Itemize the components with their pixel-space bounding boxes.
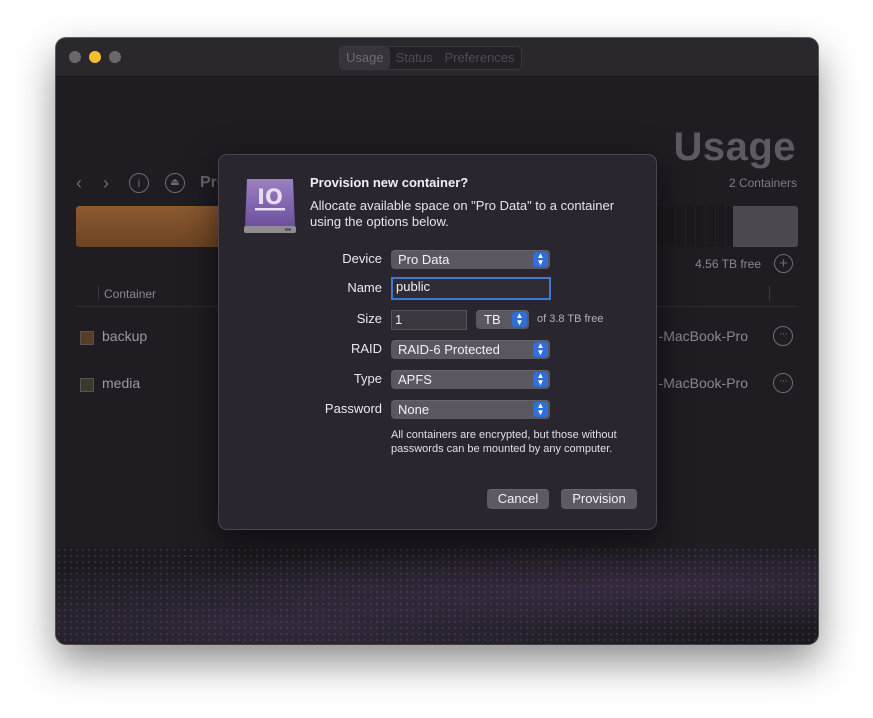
- close-window-button[interactable]: [69, 51, 81, 63]
- tab-preferences[interactable]: Preferences: [438, 47, 520, 69]
- container-host: -MacBook-Pro: [658, 328, 748, 344]
- column-divider: [98, 286, 99, 301]
- dialog-title: Provision new container?: [310, 175, 469, 190]
- popup-arrows-icon: ▲ ▼: [533, 372, 548, 387]
- provision-dialog: IO Provision new container? Allocate ava…: [218, 154, 657, 530]
- popup-arrows-icon: ▲ ▼: [533, 342, 548, 357]
- size-unit-popup[interactable]: TB ▲ ▼: [476, 310, 529, 329]
- drive-icon-label: IO: [257, 185, 283, 209]
- container-name: media: [102, 375, 141, 391]
- size-unit-value: TB: [484, 312, 501, 327]
- container-host: -MacBook-Pro: [658, 375, 748, 391]
- zoom-window-button[interactable]: [109, 51, 121, 63]
- back-chevron-icon[interactable]: ‹: [76, 173, 82, 194]
- usage-bar-used: [76, 206, 226, 247]
- container-count: 2 Containers: [728, 176, 797, 190]
- free-space-label: 4.56 TB free: [695, 257, 761, 271]
- size-free-label: of 3.8 TB free: [537, 313, 604, 325]
- raid-label: RAID: [350, 341, 382, 356]
- drive-icon: IO: [244, 179, 296, 233]
- raid-value: RAID-6 Protected: [398, 342, 500, 357]
- password-popup[interactable]: None ▲ ▼: [391, 400, 550, 419]
- page-title: Usage: [673, 125, 796, 169]
- dialog-message: Allocate available space on "Pro Data" t…: [310, 198, 615, 229]
- encryption-note: All containers are encrypted, but those …: [391, 429, 617, 455]
- popup-arrows-icon: ▲ ▼: [512, 312, 527, 327]
- raid-popup[interactable]: RAID-6 Protected ▲ ▼: [391, 340, 550, 359]
- color-swatch: [80, 378, 94, 392]
- column-divider: [769, 286, 770, 301]
- device-label: Device: [342, 251, 382, 266]
- password-label: Password: [324, 401, 382, 416]
- tab-usage[interactable]: Usage: [340, 47, 390, 69]
- provision-button[interactable]: Provision: [561, 489, 637, 509]
- popup-arrows-icon: ▲ ▼: [533, 402, 548, 417]
- popup-arrows-icon: ▲ ▼: [533, 252, 548, 267]
- forward-chevron-icon[interactable]: ›: [103, 173, 109, 194]
- decorative-wave-background: [56, 547, 818, 644]
- more-options-icon[interactable]: ···: [773, 326, 793, 346]
- usage-bar-reserved: [733, 206, 798, 247]
- device-popup[interactable]: Pro Data ▲ ▼: [391, 250, 550, 269]
- column-header-container[interactable]: Container: [104, 287, 156, 301]
- container-name: backup: [102, 328, 148, 344]
- tab-status[interactable]: Status: [390, 47, 439, 69]
- eject-icon[interactable]: ⏏: [165, 173, 185, 193]
- add-container-icon[interactable]: +: [774, 254, 793, 273]
- minimize-window-button[interactable]: [89, 51, 101, 63]
- title-bar: Usage Status Preferences: [56, 38, 818, 77]
- view-segmented-control: Usage Status Preferences: [339, 46, 522, 70]
- type-popup[interactable]: APFS ▲ ▼: [391, 370, 550, 389]
- info-icon[interactable]: i: [129, 173, 149, 193]
- type-value: APFS: [398, 372, 432, 387]
- name-label: Name: [347, 280, 382, 295]
- name-field[interactable]: public: [391, 277, 551, 300]
- device-value: Pro Data: [398, 252, 450, 267]
- type-label: Type: [353, 371, 382, 386]
- more-options-icon[interactable]: ···: [773, 373, 793, 393]
- password-value: None: [398, 402, 430, 417]
- color-swatch: [80, 331, 94, 345]
- size-label: Size: [356, 311, 382, 326]
- cancel-button[interactable]: Cancel: [487, 489, 549, 509]
- size-field[interactable]: 1: [391, 310, 467, 330]
- name-value: public: [396, 279, 430, 294]
- size-value: 1: [395, 312, 403, 327]
